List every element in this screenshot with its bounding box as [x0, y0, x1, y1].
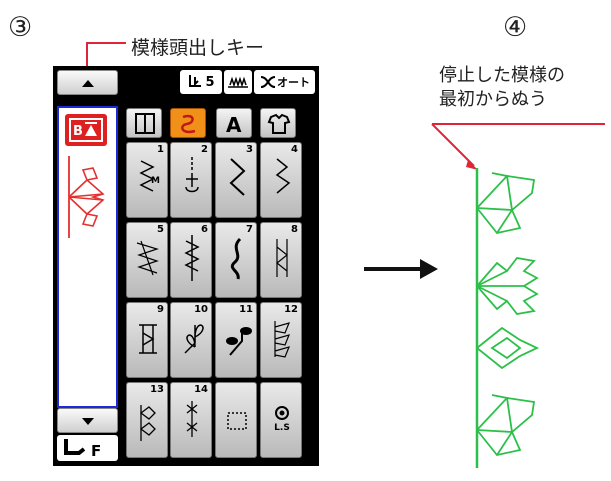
stitch-key-number: 12	[284, 304, 298, 315]
scroll-up-button[interactable]	[57, 70, 118, 95]
tab-character-stitches[interactable]: A	[216, 108, 252, 138]
stitch-key-5[interactable]: 5	[126, 222, 168, 298]
stitch-key-number: 13	[150, 384, 164, 395]
stitch-key-3[interactable]: 3	[215, 142, 257, 218]
stitch-key-number: 1	[157, 144, 164, 155]
stitch-key-number: 3	[246, 144, 253, 155]
stitch-key-number: 10	[194, 304, 208, 315]
stitch-key-10[interactable]: 10	[170, 302, 212, 378]
stitch-key-7[interactable]: 7	[215, 222, 257, 298]
stitch-key-13[interactable]: 13	[126, 382, 168, 458]
decorative-stitch-icon	[181, 114, 196, 134]
feed-dog-status[interactable]	[224, 70, 252, 94]
up-arrow-icon	[82, 80, 94, 87]
tab-utility-stitches[interactable]	[126, 108, 162, 138]
stitch-key-number: 14	[194, 384, 208, 395]
feed-dog-icon	[228, 76, 248, 88]
rewind-triangle-icon	[85, 125, 97, 136]
stitch-key-4[interactable]: 4	[260, 142, 302, 218]
stitch-key-number: 7	[246, 224, 253, 235]
needle-icon	[189, 75, 202, 87]
control-panel: 5 オート B F A M 1 2 3 4 5 6 7 8 9 10 11 12…	[53, 66, 319, 466]
stitch-key-number: 4	[291, 144, 298, 155]
scroll-down-button[interactable]	[57, 408, 118, 433]
garment-icon	[267, 113, 291, 134]
motif-bow-bottom	[476, 394, 536, 456]
ls-key[interactable]: L.S	[260, 382, 302, 458]
stitch-key-2[interactable]: 2	[170, 142, 212, 218]
tab-heirloom-stitches[interactable]	[260, 108, 296, 138]
svg-text:M: M	[151, 176, 160, 186]
letter-a-icon: A	[226, 113, 242, 137]
resume-callout-pointer	[431, 123, 475, 167]
b-letter-icon: B	[73, 124, 83, 139]
auto-label: オート	[277, 76, 310, 89]
stitch-pattern-icon	[275, 406, 289, 420]
needle-position-status[interactable]: 5	[180, 70, 222, 94]
stitch-key-number: 5	[157, 224, 164, 235]
progress-arrow-head	[420, 259, 438, 279]
ls-label: L.S	[274, 423, 290, 433]
down-arrow-icon	[82, 418, 94, 425]
presser-foot-button[interactable]: F	[57, 435, 118, 461]
auto-thread-status[interactable]: オート	[254, 70, 315, 94]
foot-label: F	[91, 442, 101, 460]
motif-bow-top	[476, 172, 536, 234]
stitch-key-1[interactable]: M1	[126, 142, 168, 218]
thread-tension-icon	[260, 76, 276, 88]
stitch-key-number: 6	[201, 224, 208, 235]
pattern-sidebar: B	[57, 106, 118, 408]
motif-heart	[475, 326, 540, 370]
motif-tulip	[475, 257, 539, 315]
stitch-key-number: 8	[291, 224, 298, 235]
stitch-key-number: 11	[239, 304, 253, 315]
stitch-key-number: 2	[201, 144, 208, 155]
tab-decorative-stitches[interactable]	[170, 108, 206, 138]
stitch-key-8[interactable]: 8	[260, 222, 302, 298]
stitch-key-11[interactable]: 11	[215, 302, 257, 378]
stitch-key-9[interactable]: 9	[126, 302, 168, 378]
stitch-pattern-icon	[227, 412, 247, 430]
sewn-pattern-result	[475, 168, 540, 468]
stitch-key-number: 9	[157, 304, 164, 315]
stitch-key-6[interactable]: 6	[170, 222, 212, 298]
memory-blank-key[interactable]	[215, 382, 257, 458]
stitch-key-14[interactable]: 14	[170, 382, 212, 458]
sewing-pattern-preview	[68, 156, 105, 238]
stitch-key-12[interactable]: 12	[260, 302, 302, 378]
presser-foot-icon	[64, 439, 86, 455]
needle-value: 5	[205, 74, 215, 90]
pattern-start-key[interactable]: B	[65, 114, 107, 146]
